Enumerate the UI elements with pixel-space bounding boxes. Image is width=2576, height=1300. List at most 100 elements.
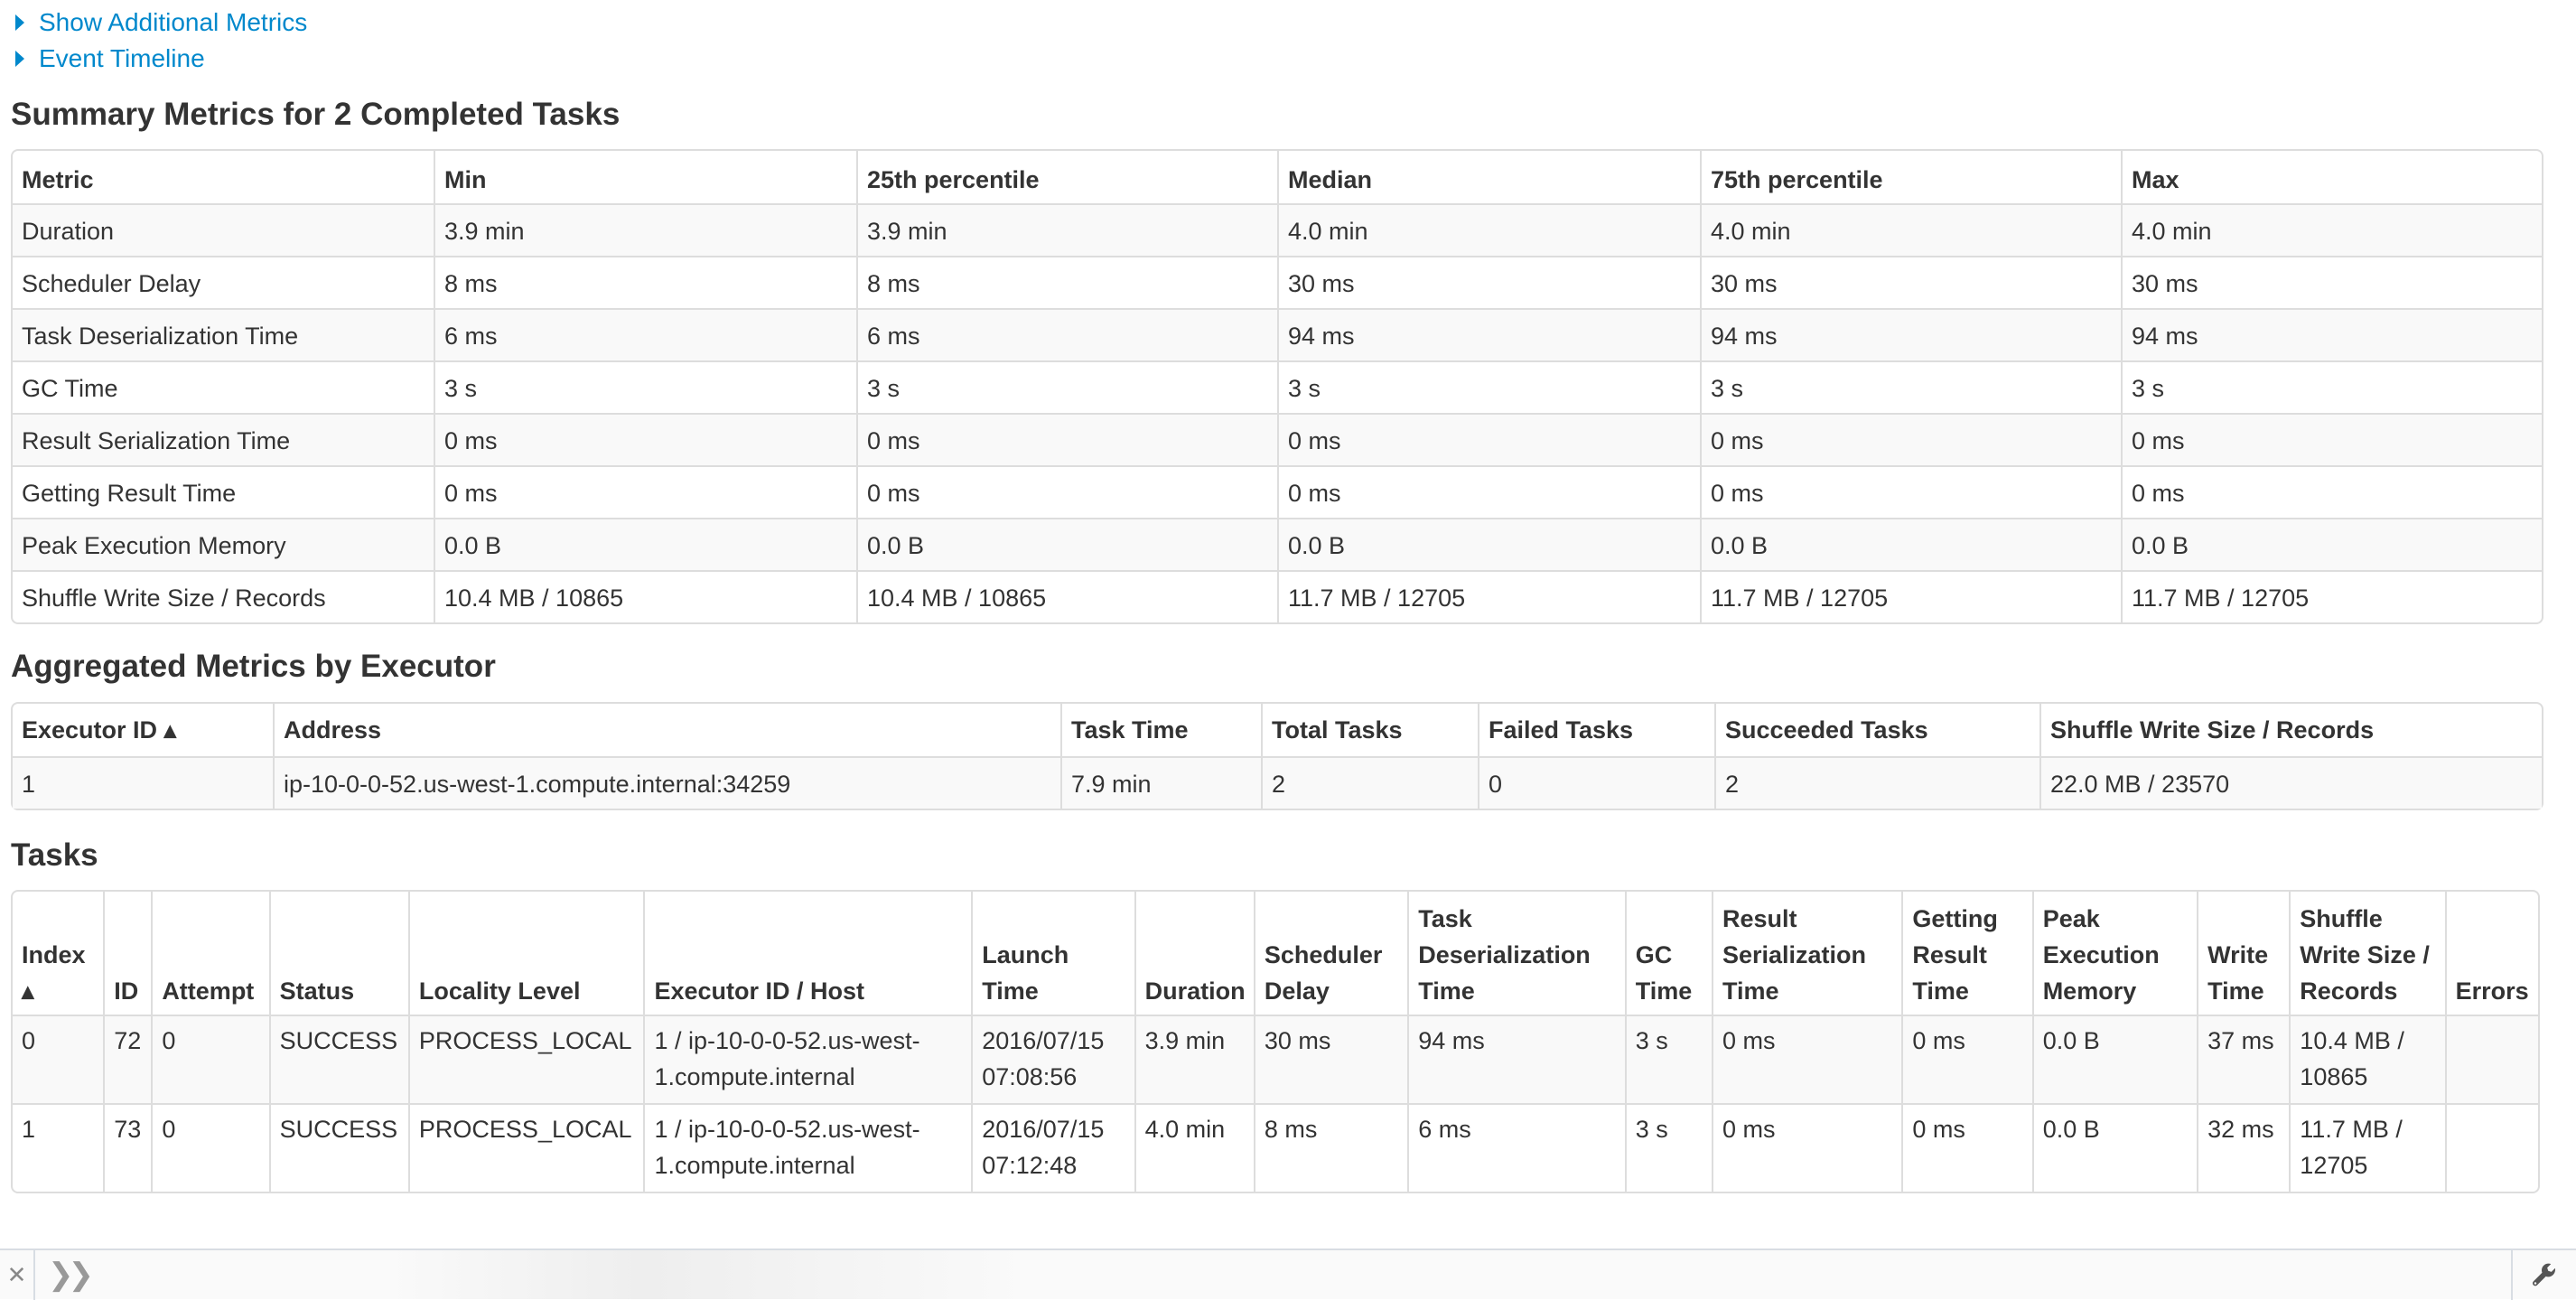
column-header[interactable]: Executor ID ▴ bbox=[13, 704, 273, 756]
table-cell: GC Time bbox=[13, 360, 434, 413]
table-cell: 1 bbox=[13, 756, 273, 809]
table-cell: 11.7 MB / 12705 bbox=[1277, 570, 1700, 622]
table-cell: Result Serialization Time bbox=[13, 413, 434, 465]
metric-row: Duration 3.9 min 3.9 min 4.0 min 4.0 min 4.0 … bbox=[13, 203, 2542, 256]
expand-triangle-icon bbox=[15, 51, 24, 67]
stage-detail-page: Show Additional Metrics Event Timeline S… bbox=[11, 0, 2543, 1193]
metric-row: Task Deserialization Time 6 ms 6 ms 94 ms 94… bbox=[13, 308, 2542, 360]
table-cell: 0 ms bbox=[434, 465, 856, 518]
metric-row: Scheduler Delay 8 ms 8 ms 30 ms 30 ms 30 ms bbox=[13, 256, 2542, 308]
table-cell: 0 ms bbox=[856, 465, 1277, 518]
table-cell: 0 bbox=[151, 1015, 269, 1103]
table-cell: 8 ms bbox=[1253, 1103, 1408, 1192]
table-cell: Shuffle Write Size / Records bbox=[13, 570, 434, 622]
column-header[interactable]: Task Deserialization Time bbox=[1407, 892, 1625, 1015]
table-cell: 3 s bbox=[1624, 1103, 1712, 1192]
column-header[interactable]: 25th percentile bbox=[856, 151, 1277, 203]
table-cell: 0 ms bbox=[1901, 1015, 2032, 1103]
column-header[interactable]: ID bbox=[103, 892, 151, 1015]
column-header[interactable]: Scheduler Delay bbox=[1253, 892, 1407, 1015]
column-header[interactable]: Peak Execution Memory bbox=[2031, 892, 2197, 1015]
column-header[interactable]: Duration bbox=[1134, 892, 1254, 1015]
table-cell: 94 ms bbox=[1700, 308, 2121, 360]
table-cell: 0 ms bbox=[1901, 1103, 2032, 1192]
table-cell: 2 bbox=[1261, 756, 1478, 809]
column-header[interactable]: Max bbox=[2121, 151, 2542, 203]
column-header[interactable]: Getting Result Time bbox=[1901, 892, 2031, 1015]
wrench-icon[interactable] bbox=[2511, 1249, 2576, 1300]
column-header[interactable]: Address bbox=[273, 704, 1060, 756]
metric-row: Peak Execution Memory 0.0 B 0.0 B 0.0 B 0.0 … bbox=[13, 518, 2542, 570]
table-cell: 10.4 MB / 10865 bbox=[2289, 1015, 2445, 1103]
column-header[interactable]: Result Serialization Time bbox=[1711, 892, 1901, 1015]
table-cell: 10.4 MB / 10865 bbox=[434, 570, 856, 622]
table-cell: SUCCESS bbox=[268, 1103, 408, 1192]
column-header[interactable]: Status bbox=[268, 892, 408, 1015]
table-cell: 0 ms bbox=[856, 413, 1277, 465]
table-cell: 0.0 B bbox=[2121, 518, 2542, 570]
table-cell: 3.9 min bbox=[856, 203, 1277, 256]
table-cell: 0 bbox=[151, 1103, 269, 1192]
column-header[interactable]: Task Time bbox=[1060, 704, 1261, 756]
column-header[interactable]: GC Time bbox=[1624, 892, 1712, 1015]
table-cell: 0.0 B bbox=[1700, 518, 2121, 570]
summary-metrics-table: Metric Min 25th percentile Median 75th perce… bbox=[11, 149, 2543, 624]
column-header[interactable]: Launch Time bbox=[971, 892, 1134, 1015]
table-cell: 94 ms bbox=[2121, 308, 2542, 360]
table-cell: 4.0 min bbox=[1277, 203, 1700, 256]
table-cell: 72 bbox=[103, 1015, 152, 1103]
aggregated-metrics-table: Executor ID ▴ Address Task Time Total Tasks… bbox=[11, 702, 2543, 810]
table-cell: 0 ms bbox=[1277, 413, 1700, 465]
table-cell: 0 ms bbox=[1700, 465, 2121, 518]
table-cell bbox=[2444, 1103, 2538, 1192]
column-header[interactable]: Min bbox=[434, 151, 856, 203]
event-timeline-link[interactable]: Event Timeline bbox=[11, 41, 2540, 77]
column-header[interactable]: Executor ID / Host bbox=[643, 892, 971, 1015]
column-header[interactable]: Write Time bbox=[2197, 892, 2289, 1015]
column-header[interactable]: Attempt bbox=[151, 892, 268, 1015]
table-cell: 4.0 min bbox=[1700, 203, 2121, 256]
metric-row: Getting Result Time 0 ms 0 ms 0 ms 0 ms 0 ms bbox=[13, 465, 2542, 518]
table-cell: 3.9 min bbox=[434, 203, 856, 256]
column-header[interactable]: Errors bbox=[2444, 892, 2538, 1015]
table-cell: 94 ms bbox=[1407, 1015, 1625, 1103]
table-cell: 3.9 min bbox=[1134, 1015, 1254, 1103]
column-header[interactable]: Succeeded Tasks bbox=[1714, 704, 2039, 756]
table-cell: 0 ms bbox=[1277, 465, 1700, 518]
show-additional-metrics-link[interactable]: Show Additional Metrics bbox=[11, 5, 2540, 41]
metric-row: Shuffle Write Size / Records 10.4 MB / 10… bbox=[13, 570, 2542, 622]
metric-row: GC Time 3 s3 s3 s3 s3 s bbox=[13, 360, 2542, 413]
column-header[interactable]: Index ▴ bbox=[13, 892, 103, 1015]
column-header[interactable]: Metric bbox=[13, 151, 434, 203]
table-cell: 0 ms bbox=[1711, 1015, 1902, 1103]
column-header[interactable]: 75th percentile bbox=[1700, 151, 2121, 203]
column-header[interactable]: Shuffle Write Size / Records bbox=[2289, 892, 2444, 1015]
table-cell: Getting Result Time bbox=[13, 465, 434, 518]
tasks-table: Index ▴ ID Attempt Status Locality Level Exec… bbox=[11, 890, 2540, 1193]
table-cell: 30 ms bbox=[1700, 256, 2121, 308]
close-icon[interactable]: ✕ bbox=[0, 1249, 35, 1300]
aggregated-metrics-heading: Aggregated Metrics by Executor bbox=[11, 649, 496, 684]
table-cell: 0 bbox=[1478, 756, 1714, 809]
table-cell: 30 ms bbox=[1277, 256, 1700, 308]
table-cell: 0.0 B bbox=[856, 518, 1277, 570]
table-cell: 0.0 B bbox=[434, 518, 856, 570]
chevrons-right-icon[interactable]: ❯❯ bbox=[48, 1257, 94, 1293]
table-cell: 0 bbox=[13, 1015, 104, 1103]
table-cell: 37 ms bbox=[2197, 1015, 2290, 1103]
table-cell: 6 ms bbox=[1407, 1103, 1625, 1192]
column-header[interactable]: Total Tasks bbox=[1261, 704, 1478, 756]
table-cell: 11.7 MB / 12705 bbox=[2289, 1103, 2445, 1192]
table-cell: PROCESS_LOCAL bbox=[407, 1015, 644, 1103]
table-cell: 3 s bbox=[1624, 1015, 1712, 1103]
column-header[interactable]: Shuffle Write Size / Records bbox=[2039, 704, 2542, 756]
column-header[interactable]: Failed Tasks bbox=[1478, 704, 1714, 756]
table-cell: 0 ms bbox=[2121, 413, 2542, 465]
column-header[interactable]: Median bbox=[1277, 151, 1700, 203]
table-cell: 8 ms bbox=[856, 256, 1277, 308]
table-cell: 0 ms bbox=[1700, 413, 2121, 465]
table-cell: 11.7 MB / 12705 bbox=[2121, 570, 2542, 622]
table-cell: Task Deserialization Time bbox=[13, 308, 434, 360]
event-timeline-label: Event Timeline bbox=[39, 44, 205, 72]
column-header[interactable]: Locality Level bbox=[407, 892, 644, 1015]
